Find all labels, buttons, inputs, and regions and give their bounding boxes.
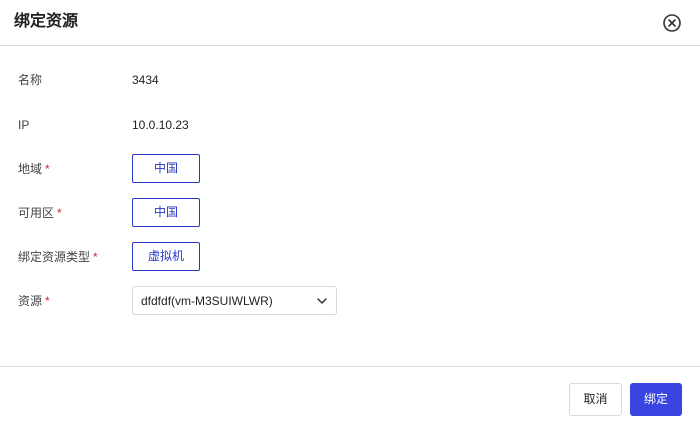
required-mark: * [57, 206, 62, 220]
close-button[interactable] [662, 13, 682, 33]
resource-select-value: dfdfdf(vm-M3SUIWLWR) [141, 294, 273, 308]
close-circle-icon [663, 14, 681, 32]
name-value: 3434 [132, 73, 159, 87]
bind-resource-dialog: 绑定资源 名称 3434 IP 10.0.10.23 地域 * 中国 可用区 * 中… [0, 0, 700, 430]
form-row-ip: IP 10.0.10.23 [0, 110, 700, 140]
name-label: 名称 [18, 73, 43, 87]
resource-select[interactable]: dfdfdf(vm-M3SUIWLWR) [132, 286, 337, 315]
form-row-name: 名称 3434 [0, 65, 700, 95]
cancel-button[interactable]: 取消 [569, 383, 622, 416]
required-mark: * [45, 294, 50, 308]
required-mark: * [93, 250, 98, 264]
form-row-resource: 资源 * dfdfdf(vm-M3SUIWLWR) [0, 286, 700, 316]
dialog-header: 绑定资源 [0, 0, 700, 46]
resource-type-label: 绑定资源类型 * [18, 250, 98, 264]
region-label: 地域 * [18, 162, 50, 176]
required-mark: * [45, 162, 50, 176]
form-row-resource-type: 绑定资源类型 * 虚拟机 [0, 242, 700, 272]
zone-option-button[interactable]: 中国 [132, 198, 200, 227]
region-option-button[interactable]: 中国 [132, 154, 200, 183]
form-row-zone: 可用区 * 中国 [0, 198, 700, 228]
dialog-footer: 取消 绑定 [0, 366, 700, 430]
dialog-title: 绑定资源 [14, 13, 79, 30]
zone-label: 可用区 * [18, 206, 62, 220]
ip-value: 10.0.10.23 [132, 118, 189, 132]
chevron-down-icon [317, 298, 327, 304]
ip-label: IP [18, 118, 30, 132]
bind-button[interactable]: 绑定 [630, 383, 682, 416]
form-row-region: 地域 * 中国 [0, 154, 700, 184]
resource-type-option-button[interactable]: 虚拟机 [132, 242, 200, 271]
resource-label: 资源 * [18, 294, 50, 308]
